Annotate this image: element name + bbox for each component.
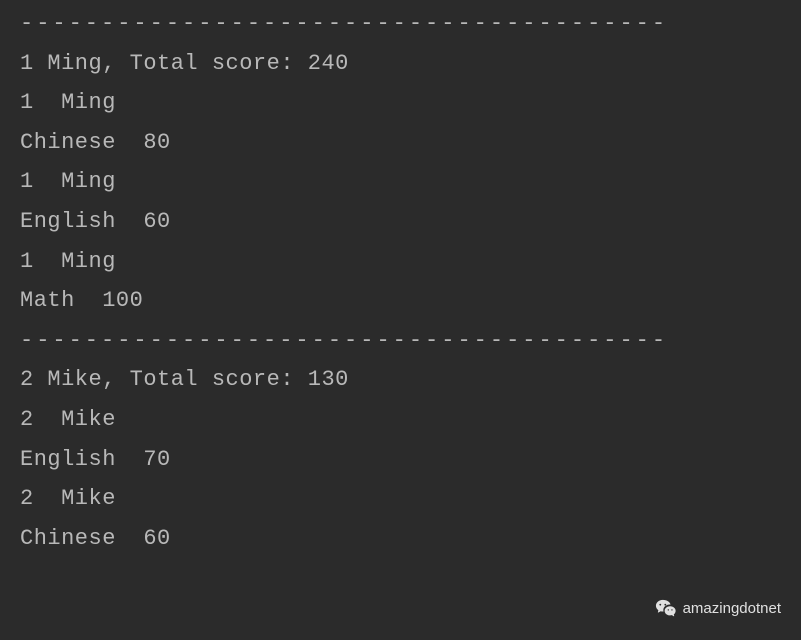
subject-score: Math 100	[20, 281, 781, 321]
separator-line: ----------------------------------------	[20, 321, 781, 361]
student-id-name: 2 Mike	[20, 479, 781, 519]
separator-line: ----------------------------------------	[20, 4, 781, 44]
wechat-icon	[655, 598, 677, 620]
student-id-name: 1 Ming	[20, 83, 781, 123]
student-id-name: 2 Mike	[20, 400, 781, 440]
subject-score: Chinese 80	[20, 123, 781, 163]
terminal-output: ----------------------------------------…	[20, 4, 781, 558]
subject-score: Chinese 60	[20, 519, 781, 559]
student-id-name: 1 Ming	[20, 162, 781, 202]
student-header: 2 Mike, Total score: 130	[20, 360, 781, 400]
watermark-text: amazingdotnet	[683, 595, 781, 622]
student-header: 1 Ming, Total score: 240	[20, 44, 781, 84]
subject-score: English 70	[20, 440, 781, 480]
subject-score: English 60	[20, 202, 781, 242]
student-id-name: 1 Ming	[20, 242, 781, 282]
watermark: amazingdotnet	[655, 595, 781, 622]
